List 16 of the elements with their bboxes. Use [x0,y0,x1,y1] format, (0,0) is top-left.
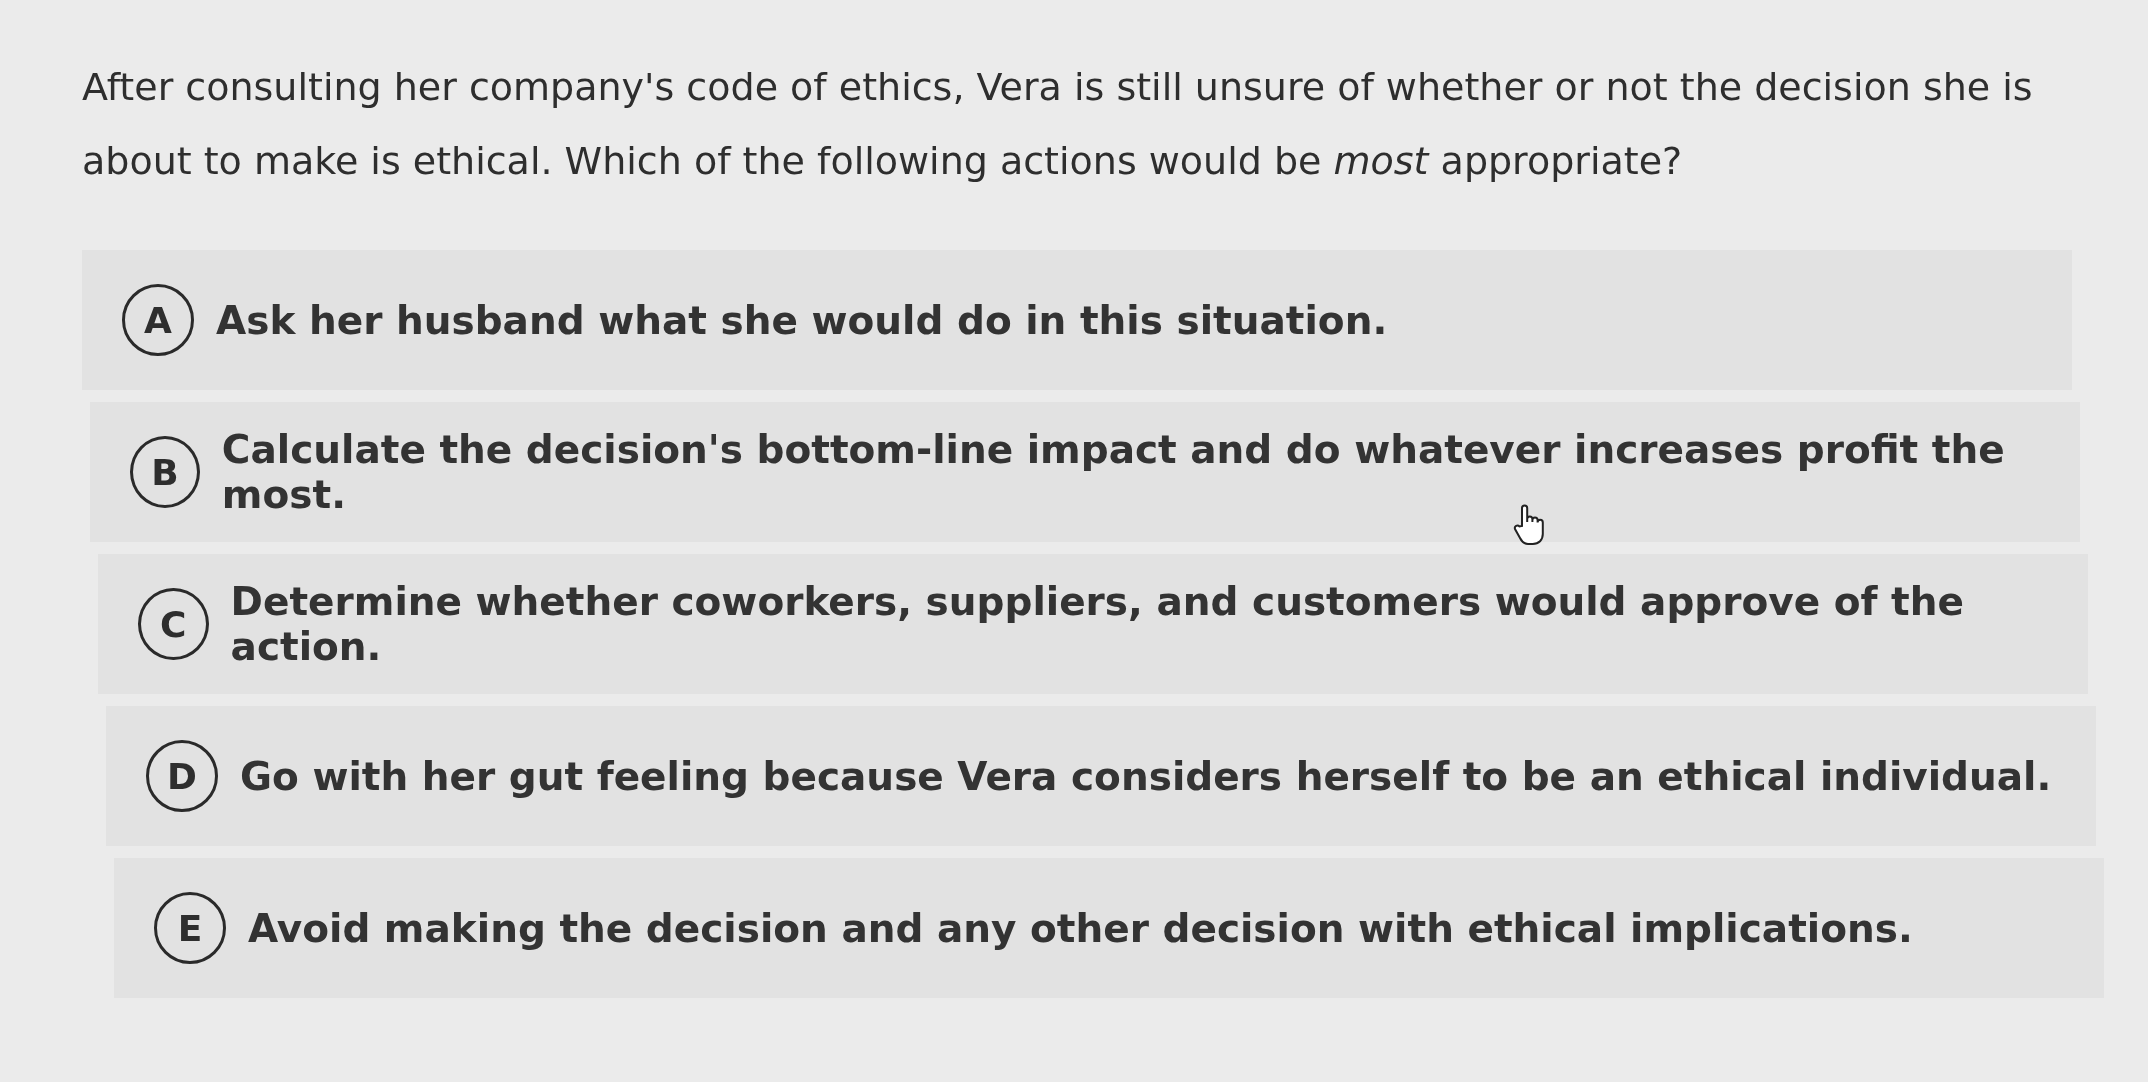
option-text: Determine whether coworkers, suppliers, and customers would approve of the action. [230,579,1965,669]
option-letter: B [130,436,200,508]
answer-option[interactable]: C Determine whether coworkers, suppliers, and customers would approve of the action. [98,554,2088,694]
option-text: Ask her husband what she would do in this situation. [216,297,1388,343]
option-text: Avoid making the decision and any other decision with ethical implications. [248,905,1913,951]
answer-option[interactable]: D Go with her gut feeling because Vera considers herself to be an ethical individual. [106,706,2096,846]
option-letter: D [146,740,218,812]
answer-option[interactable]: A Ask her husband what she would do in this situation. [82,250,2072,390]
option-text: Go with her gut feeling because Vera considers herself to be an ethical individual. [240,753,2052,799]
option-text: Calculate the decision's bottom-line impact and do whatever increases profit the most. [221,427,2006,517]
question-text: After consulting her company's code of ethics, Vera is still unsure of whether or not the decision she is about to make is ethical. Which of the following actions would be most appropriate? [82,64,2034,185]
answer-option[interactable]: B Calculate the decision's bottom-line impact and do whatever increases profit the most. [90,402,2080,542]
option-letter: C [138,588,209,660]
answer-option[interactable]: E Avoid making the decision and any other decision with ethical implications. [114,858,2104,998]
option-letter: E [154,892,226,964]
option-letter: A [122,284,194,356]
